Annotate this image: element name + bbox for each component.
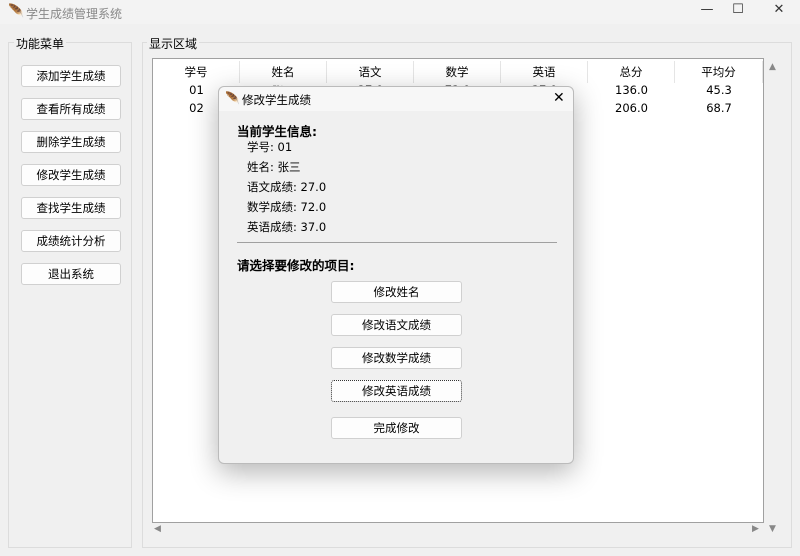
edit-student-dialog: 🪶 修改学生成绩 ✕ 当前学生信息: 学号: 01 姓名: 张三语文成绩: 27.… bbox=[218, 86, 574, 464]
dialog-button-3[interactable]: 修改英语成绩 bbox=[331, 380, 462, 402]
menu-button-3[interactable]: 修改学生成绩 bbox=[21, 164, 121, 186]
table-cell: 45.3 bbox=[706, 83, 732, 97]
info-line: 姓名: 张三 bbox=[247, 160, 301, 174]
dialog-button-2[interactable]: 修改数学成绩 bbox=[331, 347, 462, 369]
menu-button-2[interactable]: 删除学生成绩 bbox=[21, 131, 121, 153]
display-group-label: 显示区域 bbox=[147, 35, 200, 52]
menu-button-4[interactable]: 查找学生成绩 bbox=[21, 197, 121, 219]
close-button[interactable]: ✕ bbox=[764, 2, 794, 22]
dialog-title-bar: 🪶 修改学生成绩 ✕ bbox=[219, 87, 573, 111]
column-header[interactable]: 姓名 bbox=[240, 61, 327, 83]
column-header[interactable]: 学号 bbox=[153, 61, 240, 83]
column-header[interactable]: 数学 bbox=[414, 61, 501, 83]
menu-button-0[interactable]: 添加学生成绩 bbox=[21, 65, 121, 87]
scroll-up-icon[interactable]: ▲ bbox=[769, 62, 776, 72]
scroll-right-icon[interactable]: ▶ bbox=[752, 524, 759, 534]
table-cell: 68.7 bbox=[706, 101, 732, 115]
menu-button-1[interactable]: 查看所有成绩 bbox=[21, 98, 121, 120]
vertical-scrollbar[interactable]: ▲ ▼ bbox=[766, 58, 782, 536]
dialog-close-button[interactable]: ✕ bbox=[553, 90, 565, 106]
app-feather-icon: 🪶 bbox=[8, 4, 25, 19]
scroll-down-icon[interactable]: ▼ bbox=[769, 524, 776, 534]
dialog-button-1[interactable]: 修改语文成绩 bbox=[331, 314, 462, 336]
dialog-button-0[interactable]: 修改姓名 bbox=[331, 281, 462, 303]
horizontal-scrollbar[interactable]: ◀ ▶ bbox=[152, 524, 764, 538]
table-cell: 206.0 bbox=[615, 101, 648, 115]
column-header[interactable]: 英语 bbox=[501, 61, 588, 83]
minimize-button[interactable]: — bbox=[692, 2, 722, 22]
column-header[interactable]: 平均分 bbox=[675, 61, 763, 83]
info-line: 数学成绩: 72.0 bbox=[247, 200, 327, 214]
info-heading: 当前学生信息: bbox=[237, 124, 317, 139]
maximize-button[interactable]: ☐ bbox=[723, 2, 753, 22]
scroll-left-icon[interactable]: ◀ bbox=[154, 524, 161, 534]
info-line: 英语成绩: 37.0 bbox=[247, 220, 327, 234]
choose-heading: 请选择要修改的项目: bbox=[237, 258, 355, 273]
dialog-title: 修改学生成绩 bbox=[242, 93, 311, 107]
column-header[interactable]: 语文 bbox=[327, 61, 414, 83]
menu-button-6[interactable]: 退出系统 bbox=[21, 263, 121, 285]
menu-group-label: 功能菜单 bbox=[14, 35, 67, 52]
separator bbox=[237, 242, 557, 243]
menu-button-5[interactable]: 成绩统计分析 bbox=[21, 230, 121, 252]
window-title: 学生成绩管理系统 bbox=[26, 7, 123, 21]
info-line: 语文成绩: 27.0 bbox=[247, 180, 327, 194]
title-bar: 🪶 学生成绩管理系统 — ☐ ✕ bbox=[0, 0, 800, 24]
column-header[interactable]: 总分 bbox=[588, 61, 675, 83]
dialog-button-4[interactable]: 完成修改 bbox=[331, 417, 462, 439]
info-line: 学号: 01 bbox=[247, 140, 293, 154]
table-cell: 136.0 bbox=[615, 83, 648, 97]
dialog-feather-icon: 🪶 bbox=[225, 91, 240, 105]
